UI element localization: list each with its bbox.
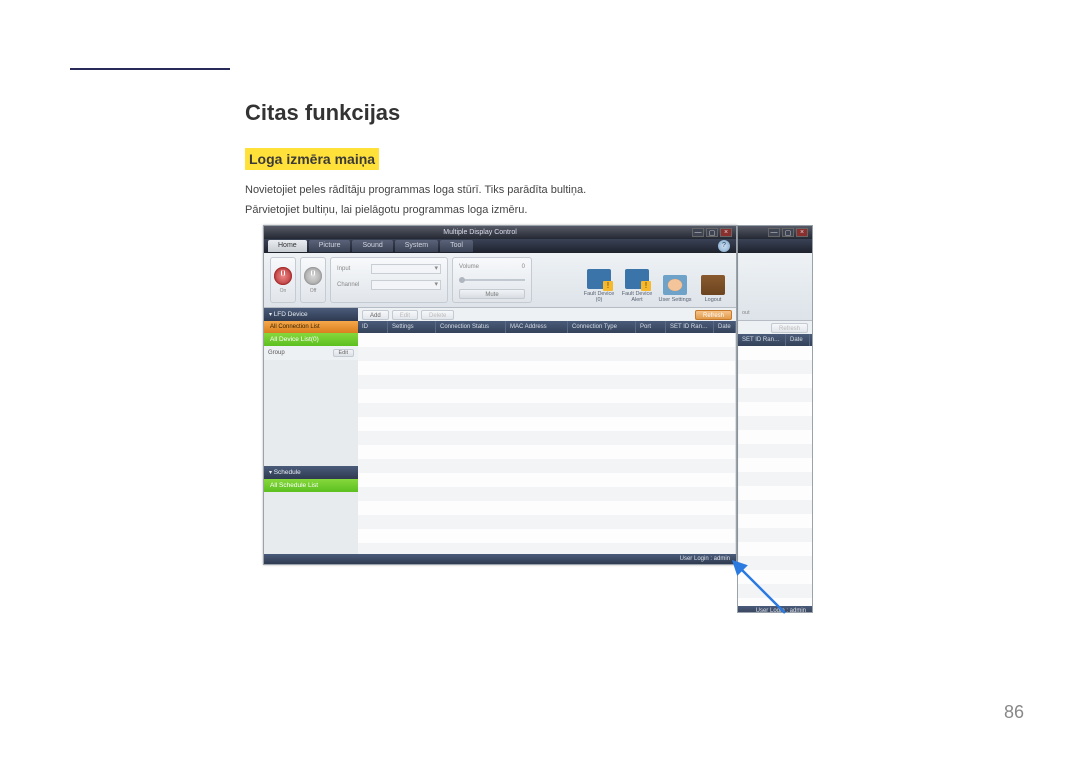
input-select[interactable]	[371, 264, 441, 274]
power-off-label: Off	[310, 288, 317, 294]
sidebar-all-connection[interactable]: All Connection List	[264, 321, 358, 333]
user-settings-label: User Settings	[658, 297, 691, 303]
user-settings-button[interactable]: User Settings	[658, 257, 692, 303]
sidebar-group-row: Group Edit	[264, 346, 358, 360]
back-col-setid: SET ID Ran…	[738, 334, 786, 346]
back-grid-body	[738, 346, 812, 606]
main-panel: Add Edit Delete Refresh ID Settings Conn…	[358, 308, 736, 554]
tab-home[interactable]: Home	[268, 240, 307, 252]
user-icon	[663, 275, 687, 295]
back-ribbon-label: out	[742, 310, 750, 316]
channel-label: Channel	[337, 282, 367, 288]
sidebar-all-schedule[interactable]: All Schedule List	[264, 479, 358, 492]
grid-header: ID Settings Connection Status MAC Addres…	[358, 321, 736, 333]
page-heading: Citas funkcijas	[245, 100, 965, 126]
paragraph-1: Novietojiet peles rādītāju programmas lo…	[245, 182, 965, 200]
col-conn-type[interactable]: Connection Type	[568, 321, 636, 333]
ribbon: On Off Input Channel Volume 0	[264, 253, 736, 308]
back-ribbon: out	[738, 253, 812, 321]
tab-tool[interactable]: Tool	[440, 240, 473, 252]
col-settings[interactable]: Settings	[388, 321, 436, 333]
section-heading: Loga izmēra maiņa	[245, 148, 379, 170]
sidebar-group-edit-button[interactable]: Edit	[333, 349, 354, 357]
volume-slider[interactable]	[459, 279, 525, 281]
fault-alert-label: Fault Device Alert	[620, 291, 654, 303]
power-icon	[274, 267, 292, 285]
col-date[interactable]: Date	[714, 321, 736, 333]
back-col-date: Date	[786, 334, 810, 346]
grid-toolbar: Add Edit Delete Refresh	[358, 308, 736, 321]
maximize-button[interactable]: ▢	[706, 228, 718, 237]
sidebar-lfd-header[interactable]: LFD Device	[264, 308, 358, 321]
fault-alert-button[interactable]: Fault Device Alert	[620, 257, 654, 303]
help-button[interactable]: ?	[718, 240, 730, 252]
volume-label: Volume	[459, 264, 479, 270]
titlebar: Multiple Display Control — ▢ ×	[264, 226, 736, 239]
menubar: Home Picture Sound System Tool ?	[264, 239, 736, 253]
back-menubar	[738, 239, 812, 253]
add-button[interactable]: Add	[362, 310, 389, 320]
back-refresh-button[interactable]: Refresh	[771, 323, 808, 333]
foreground-window: Multiple Display Control — ▢ × Home Pict…	[263, 225, 737, 565]
back-toolbar: Refresh	[738, 321, 812, 334]
document-content: Citas funkcijas Loga izmēra maiņa Noviet…	[245, 100, 965, 221]
col-mac[interactable]: MAC Address	[506, 321, 568, 333]
col-port[interactable]: Port	[636, 321, 666, 333]
logout-button[interactable]: Logout	[696, 257, 730, 303]
tab-picture[interactable]: Picture	[309, 240, 351, 252]
grid-body	[358, 333, 736, 554]
header-rule	[70, 68, 230, 70]
input-panel: Input Channel	[330, 257, 448, 303]
back-titlebar: — ▢ ×	[738, 226, 812, 239]
col-id[interactable]: ID	[358, 321, 388, 333]
screenshot-illustration: — ▢ × out Refresh SET ID Ran… Date User …	[263, 225, 823, 615]
tab-system[interactable]: System	[395, 240, 438, 252]
channel-select[interactable]	[371, 280, 441, 290]
door-icon	[701, 275, 725, 295]
logout-label: Logout	[705, 297, 722, 303]
sidebar-group-label: Group	[268, 350, 285, 356]
volume-value: 0	[522, 264, 525, 270]
fault-device-button[interactable]: Fault Device (0)	[582, 257, 616, 303]
power-on-button[interactable]: On	[270, 257, 296, 303]
statusbar: User Login : admin	[264, 554, 736, 564]
monitor-alert-icon	[625, 269, 649, 289]
input-label: Input	[337, 266, 367, 272]
sidebar-all-device[interactable]: All Device List(0)	[264, 333, 358, 346]
monitor-warning-icon	[587, 269, 611, 289]
edit-button[interactable]: Edit	[392, 310, 418, 320]
back-maximize-button[interactable]: ▢	[782, 228, 794, 237]
background-window: — ▢ × out Refresh SET ID Ran… Date User …	[737, 225, 813, 613]
fault-device-label: Fault Device (0)	[582, 291, 616, 303]
power-on-label: On	[280, 288, 287, 294]
back-minimize-button[interactable]: —	[768, 228, 780, 237]
volume-panel: Volume 0 Mute	[452, 257, 532, 303]
col-conn-status[interactable]: Connection Status	[436, 321, 506, 333]
page-number: 86	[1004, 702, 1024, 723]
sidebar: LFD Device All Connection List All Devic…	[264, 308, 358, 554]
delete-button[interactable]: Delete	[421, 310, 454, 320]
sidebar-schedule-header[interactable]: Schedule	[264, 466, 358, 479]
power-off-icon	[304, 267, 322, 285]
tab-sound[interactable]: Sound	[352, 240, 392, 252]
close-button[interactable]: ×	[720, 228, 732, 237]
paragraph-2: Pārvietojiet bultiņu, lai pielāgotu prog…	[245, 202, 965, 220]
mute-button[interactable]: Mute	[459, 289, 525, 299]
minimize-button[interactable]: —	[692, 228, 704, 237]
power-off-button[interactable]: Off	[300, 257, 326, 303]
col-setid[interactable]: SET ID Ran…	[666, 321, 714, 333]
window-title: Multiple Display Control	[268, 229, 692, 236]
back-grid-header: SET ID Ran… Date	[738, 334, 812, 346]
back-statusbar: User Login : admin	[738, 606, 812, 613]
back-close-button[interactable]: ×	[796, 228, 808, 237]
refresh-button[interactable]: Refresh	[695, 310, 732, 320]
